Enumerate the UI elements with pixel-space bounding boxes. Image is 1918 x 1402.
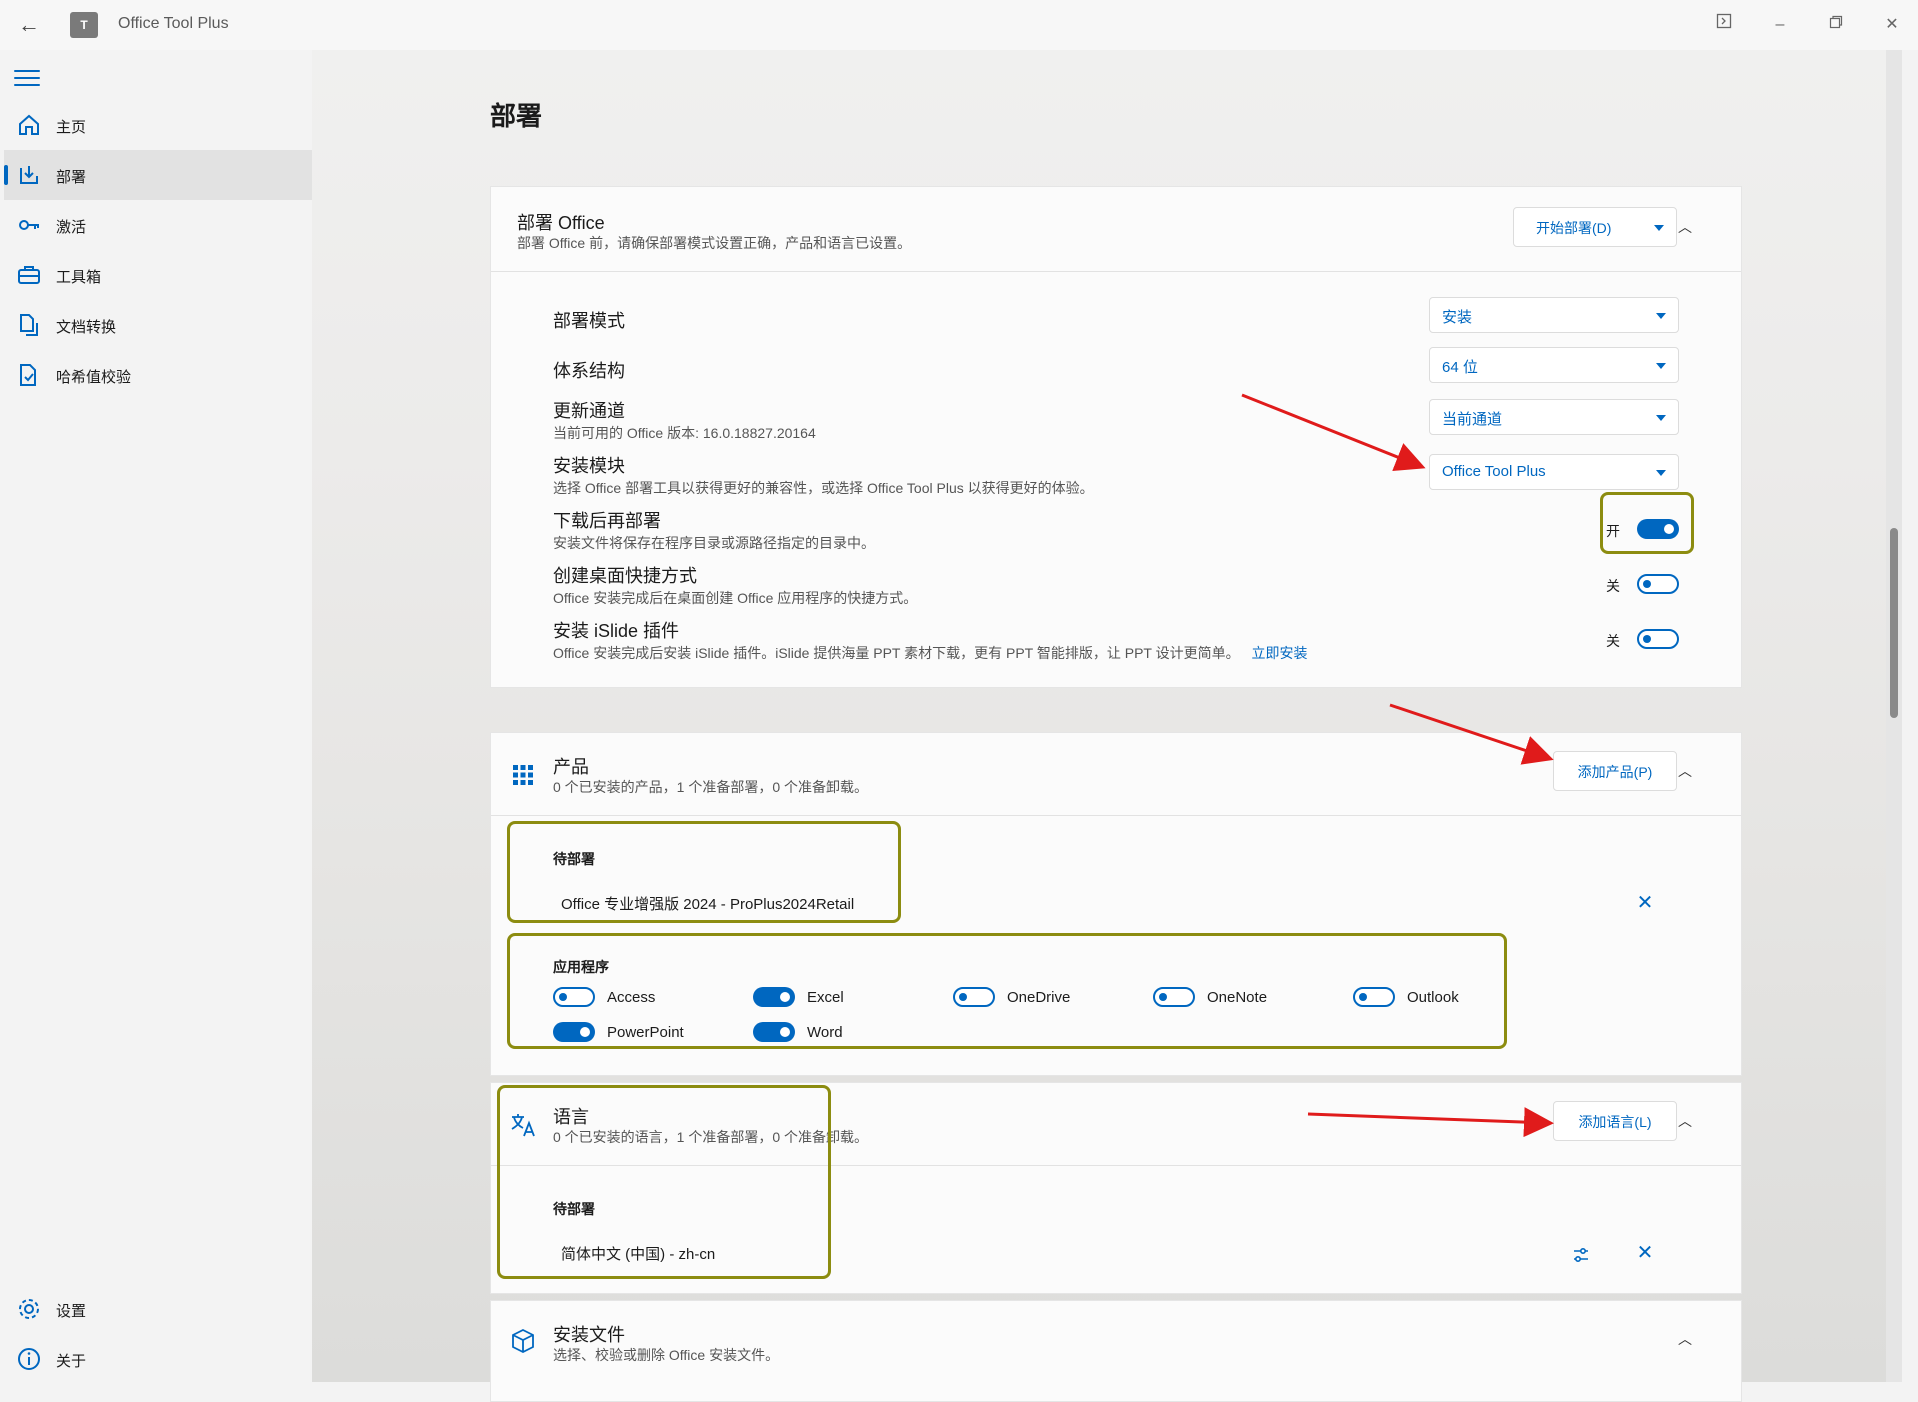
- install-module-subtitle: 选择 Office 部署工具以获得更好的兼容性，或选择 Office Tool …: [553, 480, 1094, 496]
- highlight-frame: [1600, 492, 1694, 554]
- sidebar-item-hash[interactable]: 哈希值校验: [4, 350, 312, 400]
- install-now-link[interactable]: 立即安装: [1252, 645, 1308, 661]
- key-icon: [19, 220, 39, 230]
- sidebar-item-home[interactable]: 主页: [4, 100, 312, 150]
- sidebar-item-label: 主页: [56, 119, 87, 136]
- architecture-select[interactable]: 64 位: [1429, 347, 1679, 383]
- document-convert-icon: [20, 314, 38, 336]
- sidebar-item-doc-convert[interactable]: 文档转换: [4, 300, 312, 350]
- chevron-down-icon: [1656, 470, 1666, 476]
- chevron-down-icon: [1656, 313, 1666, 319]
- download-then-deploy-subtitle: 安装文件将保存在程序目录或源路径指定的目录中。: [553, 535, 875, 551]
- products-card: 产品 0 个已安装的产品，1 个准备部署，0 个准备卸载。 添加产品(P) ︿ …: [490, 732, 1742, 1076]
- collapse-chevron-icon[interactable]: ︿: [1673, 1109, 1697, 1133]
- sidebar-item-label: 关于: [56, 1353, 87, 1370]
- install-module-label: 安装模块: [553, 456, 625, 476]
- islide-label: 安装 iSlide 插件: [553, 621, 680, 641]
- install-module-select[interactable]: Office Tool Plus: [1429, 454, 1679, 490]
- scrollbar-thumb[interactable]: [1890, 528, 1898, 718]
- back-arrow-icon[interactable]: ←: [16, 12, 42, 38]
- minimize-icon[interactable]: –: [1762, 12, 1798, 38]
- desktop-shortcut-toggle[interactable]: [1637, 574, 1679, 594]
- chevron-down-icon: [1656, 415, 1666, 421]
- download-then-deploy-label: 下载后再部署: [553, 511, 661, 531]
- sidebar-item-label: 工具箱: [56, 269, 102, 286]
- close-window-icon[interactable]: ✕: [1874, 12, 1910, 38]
- install-files-title: 安装文件: [553, 1325, 625, 1345]
- deploy-office-card: 部署 Office 部署 Office 前，请确保部署模式设置正确，产品和语言已…: [490, 186, 1742, 688]
- products-subtitle: 0 个已安装的产品，1 个准备部署，0 个准备卸载。: [553, 779, 869, 795]
- remove-language-icon[interactable]: ✕: [1633, 1241, 1657, 1265]
- sidebar: 主页 部署 激活 工具箱 文档转换 哈希值校验 设置 关于: [0, 50, 312, 1382]
- window-title: Office Tool Plus: [118, 15, 229, 32]
- products-title: 产品: [553, 757, 589, 777]
- highlight-frame: [507, 933, 1507, 1049]
- package-icon: [512, 1328, 534, 1354]
- deploy-mode-label: 部署模式: [553, 311, 625, 331]
- update-channel-subtitle: 当前可用的 Office 版本: 16.0.18827.20164: [553, 425, 816, 441]
- deploy-card-title: 部署 Office: [517, 213, 605, 233]
- page-title: 部署: [490, 101, 543, 131]
- gear-icon: [19, 1299, 39, 1319]
- install-files-subtitle: 选择、校验或删除 Office 安装文件。: [553, 1347, 780, 1363]
- highlight-frame: [497, 1085, 831, 1279]
- add-language-button[interactable]: 添加语言(L): [1553, 1101, 1677, 1141]
- sidebar-item-label: 哈希值校验: [56, 369, 132, 386]
- language-settings-icon[interactable]: [1571, 1245, 1591, 1265]
- start-deploy-button[interactable]: 开始部署(D): [1513, 207, 1677, 247]
- sidebar-item-label: 设置: [56, 1303, 87, 1320]
- chevron-down-icon: [1656, 363, 1666, 369]
- sidebar-item-settings[interactable]: 设置: [4, 1284, 312, 1334]
- info-icon: [18, 1348, 40, 1370]
- toggle-state-label: 关: [1606, 578, 1620, 594]
- panel-toggle-icon[interactable]: [1706, 12, 1742, 38]
- deploy-icon: [20, 166, 38, 184]
- sidebar-item-label: 激活: [56, 219, 87, 236]
- sidebar-item-deploy[interactable]: 部署: [4, 150, 312, 200]
- islide-toggle[interactable]: [1637, 629, 1679, 649]
- sidebar-item-activate[interactable]: 激活: [4, 200, 312, 250]
- deploy-mode-select[interactable]: 安装: [1429, 297, 1679, 333]
- start-deploy-label: 开始部署(D): [1536, 220, 1612, 236]
- toolbox-icon: [18, 266, 40, 284]
- sidebar-item-toolbox[interactable]: 工具箱: [4, 250, 312, 300]
- collapse-chevron-icon[interactable]: ︿: [1673, 1327, 1697, 1351]
- update-channel-select[interactable]: 当前通道: [1429, 399, 1679, 435]
- title-bar: ← T Office Tool Plus – ✕: [0, 0, 1918, 50]
- add-product-button[interactable]: 添加产品(P): [1553, 751, 1677, 791]
- app-logo-icon: T: [70, 12, 98, 38]
- hash-check-icon: [20, 364, 36, 386]
- sidebar-item-label: 文档转换: [56, 319, 117, 336]
- deploy-card-subtitle: 部署 Office 前，请确保部署模式设置正确，产品和语言已设置。: [517, 235, 912, 251]
- chevron-down-icon: [1654, 225, 1664, 231]
- scrollbar[interactable]: [1886, 50, 1902, 1382]
- collapse-chevron-icon[interactable]: ︿: [1673, 759, 1697, 783]
- desktop-shortcut-label: 创建桌面快捷方式: [553, 566, 697, 586]
- home-icon: [19, 114, 39, 135]
- desktop-shortcut-subtitle: Office 安装完成后在桌面创建 Office 应用程序的快捷方式。: [553, 590, 918, 606]
- install-files-card: 安装文件 选择、校验或删除 Office 安装文件。 ︿: [490, 1300, 1742, 1402]
- highlight-frame: [507, 821, 901, 923]
- hamburger-menu-icon[interactable]: [14, 65, 40, 91]
- restore-icon[interactable]: [1818, 12, 1854, 38]
- architecture-label: 体系结构: [553, 361, 625, 381]
- toggle-state-label: 关: [1606, 633, 1620, 649]
- islide-subtitle: Office 安装完成后安装 iSlide 插件。iSlide 提供海量 PPT…: [553, 645, 1308, 661]
- sidebar-item-about[interactable]: 关于: [4, 1334, 312, 1384]
- collapse-chevron-icon[interactable]: ︿: [1673, 215, 1697, 239]
- main-content: 部署 部署 Office 部署 Office 前，请确保部署模式设置正确，产品和…: [312, 50, 1902, 1402]
- update-channel-label: 更新通道: [553, 401, 625, 421]
- remove-product-icon[interactable]: ✕: [1633, 891, 1657, 915]
- apps-grid-icon: [513, 765, 533, 785]
- languages-card: 语言 0 个已安装的语言，1 个准备部署，0 个准备卸载。 添加语言(L) ︿ …: [490, 1082, 1742, 1294]
- sidebar-item-label: 部署: [56, 169, 87, 186]
